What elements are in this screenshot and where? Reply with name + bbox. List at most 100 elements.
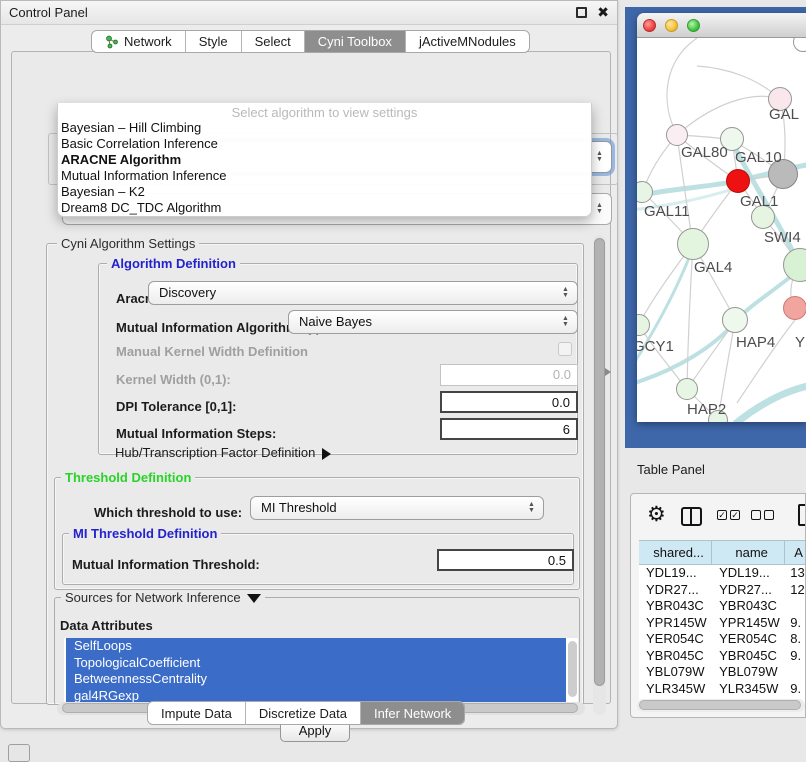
node-gal80[interactable] — [666, 124, 688, 146]
column-header-partial[interactable]: A — [785, 541, 806, 564]
kernel-width-field[interactable]: 0.0 — [440, 364, 578, 386]
cell-name[interactable]: YBR045C — [712, 648, 785, 665]
table-row[interactable]: YDR27... YDR27... 12 — [639, 582, 806, 599]
cell-value[interactable]: 9. — [785, 681, 806, 698]
document-icon[interactable] — [798, 504, 806, 526]
node-hap2[interactable] — [676, 378, 698, 400]
combo-stepper-icon: ▲▼ — [560, 316, 571, 328]
table-row[interactable]: YER054C YER054C 8. — [639, 631, 806, 648]
table-row[interactable]: YLR345W YLR345W 9. — [639, 681, 806, 698]
node-gal4[interactable] — [677, 228, 709, 260]
mi-threshold-field[interactable]: 0.5 — [437, 549, 574, 571]
split-pane-collapse-arrow[interactable] — [605, 368, 611, 376]
sources-group-title: Sources for Network Inference — [65, 590, 241, 605]
table-horizontal-scrollbar-thumb[interactable] — [639, 700, 801, 710]
mi-steps-field[interactable]: 6 — [440, 418, 578, 440]
table-row[interactable]: YBL079W YBL079W — [639, 664, 806, 681]
close-window-icon[interactable]: ✖ — [597, 4, 609, 21]
control-panel-titlebar: Control Panel ✖ — [1, 1, 617, 25]
dpi-tolerance-field[interactable]: 0.0 — [440, 391, 578, 413]
cell-name[interactable]: YBL079W — [712, 664, 785, 681]
float-window-icon[interactable] — [576, 7, 587, 18]
close-traffic-light-icon[interactable] — [643, 19, 656, 32]
cell-name[interactable]: YER054C — [712, 631, 785, 648]
node-y[interactable] — [783, 296, 806, 320]
table-row[interactable]: YPR145W YPR145W 9. — [639, 615, 806, 632]
tab-jactivemnodules-label: jActiveMNodules — [419, 34, 516, 49]
dropdown-item-bayesian-k2[interactable]: Bayesian – K2 — [58, 184, 591, 200]
dropdown-item-mutual-information[interactable]: Mutual Information Inference — [58, 168, 591, 184]
dropdown-item-basic-correlation[interactable]: Basic Correlation Inference — [58, 136, 591, 152]
tab-discretize-data[interactable]: Discretize Data — [246, 702, 361, 724]
cell-shared-name[interactable]: YDR27... — [639, 582, 712, 599]
split-panes-icon[interactable] — [681, 507, 702, 526]
attribute-list-scrollbar-thumb[interactable] — [568, 641, 577, 697]
network-canvas[interactable]: GAL GAL80 GAL10 GAL1 GAL11 SWI4 GAL4 GCY… — [637, 38, 806, 422]
tab-cyni-toolbox-label: Cyni Toolbox — [318, 34, 392, 49]
cell-shared-name[interactable]: YBR043C — [639, 598, 712, 615]
attribute-item-topologicalcoefficient[interactable]: TopologicalCoefficient — [66, 655, 566, 672]
deselect-all-icon[interactable] — [751, 510, 774, 520]
select-all-icon[interactable]: ✓ ✓ — [717, 510, 740, 520]
tab-select[interactable]: Select — [242, 31, 305, 52]
tab-network[interactable]: Network — [92, 31, 186, 52]
cell-shared-name[interactable]: YBR045C — [639, 648, 712, 665]
tab-infer-network[interactable]: Infer Network — [361, 702, 464, 724]
which-threshold-combo[interactable]: MI Threshold ▲▼ — [250, 496, 544, 520]
cell-shared-name[interactable]: YPR145W — [639, 615, 712, 632]
collapsed-panel-button[interactable] — [8, 744, 30, 762]
column-header-name[interactable]: name — [712, 541, 785, 564]
cell-shared-name[interactable]: YER054C — [639, 631, 712, 648]
aracne-mode-combo[interactable]: Discovery ▲▼ — [148, 281, 578, 305]
dropdown-item-bayesian-hill-climbing[interactable]: Bayesian – Hill Climbing — [58, 120, 591, 136]
cell-value[interactable] — [785, 664, 806, 681]
manual-kernel-checkbox[interactable] — [558, 342, 572, 356]
mi-type-combo[interactable]: Naive Bayes ▲▼ — [288, 310, 578, 334]
zoom-traffic-light-icon[interactable] — [687, 19, 700, 32]
tab-style[interactable]: Style — [186, 31, 242, 52]
cell-value[interactable]: 9. — [785, 615, 806, 632]
tab-impute-data[interactable]: Impute Data — [148, 702, 246, 724]
cell-value[interactable]: 13 — [785, 565, 806, 582]
network-window-titlebar[interactable] — [637, 13, 806, 38]
minimize-traffic-light-icon[interactable] — [665, 19, 678, 32]
cell-shared-name[interactable]: YLR345W — [639, 681, 712, 698]
table-row[interactable]: YBR043C YBR043C — [639, 598, 806, 615]
aracne-mode-value: Discovery — [159, 285, 216, 300]
cell-name[interactable]: YDR27... — [712, 582, 785, 599]
table-row[interactable]: YBR045C YBR045C 9. — [639, 648, 806, 665]
node-hap4[interactable] — [722, 307, 748, 333]
cell-value[interactable]: 12 — [785, 582, 806, 599]
attribute-item-selfloops[interactable]: SelfLoops — [66, 638, 566, 655]
node-gal1[interactable] — [726, 169, 750, 193]
cell-value[interactable]: 8. — [785, 631, 806, 648]
attribute-item-betweennesscentrality[interactable]: BetweennessCentrality — [66, 671, 566, 688]
hub-definition-toggle[interactable]: Hub/Transcription Factor Definition — [115, 445, 331, 460]
cell-shared-name[interactable]: YDL19... — [639, 565, 712, 582]
settings-gear-icon[interactable]: ⚙ — [647, 503, 666, 527]
cell-name[interactable]: YDL19... — [712, 565, 785, 582]
dropdown-item-dream8[interactable]: Dream8 DC_TDC Algorithm — [58, 200, 591, 216]
combo-stepper-icon: ▲▼ — [526, 502, 537, 514]
sources-group-toggle[interactable]: Sources for Network Inference — [61, 590, 265, 605]
cell-name[interactable]: YPR145W — [712, 615, 785, 632]
tab-jactivemnodules[interactable]: jActiveMNodules — [406, 31, 529, 52]
dpi-tolerance-label: DPI Tolerance [0,1]: — [116, 399, 236, 414]
node-label-hap4: HAP4 — [736, 334, 775, 351]
column-header-shared[interactable]: shared... — [639, 541, 712, 564]
attribute-list-scrollbar[interactable] — [568, 641, 577, 701]
cell-name[interactable]: YBR043C — [712, 598, 785, 615]
cell-value[interactable]: 9. — [785, 648, 806, 665]
settings-vertical-scrollbar[interactable] — [593, 235, 606, 715]
cell-name[interactable]: YLR345W — [712, 681, 785, 698]
tab-cyni-toolbox[interactable]: Cyni Toolbox — [305, 31, 406, 52]
cell-shared-name[interactable]: YBL079W — [639, 664, 712, 681]
table-horizontal-scrollbar[interactable] — [637, 699, 805, 712]
dropdown-item-aracne[interactable]: ARACNE Algorithm — [58, 152, 591, 168]
settings-vertical-scrollbar-thumb[interactable] — [594, 238, 605, 686]
checked-box-icon: ✓ — [717, 510, 727, 520]
tab-network-label: Network — [124, 34, 172, 49]
table-toolbar: ⚙ ✓ ✓ — [631, 494, 805, 540]
table-row[interactable]: YDL19... YDL19... 13 — [639, 565, 806, 582]
cell-value[interactable] — [785, 598, 806, 615]
